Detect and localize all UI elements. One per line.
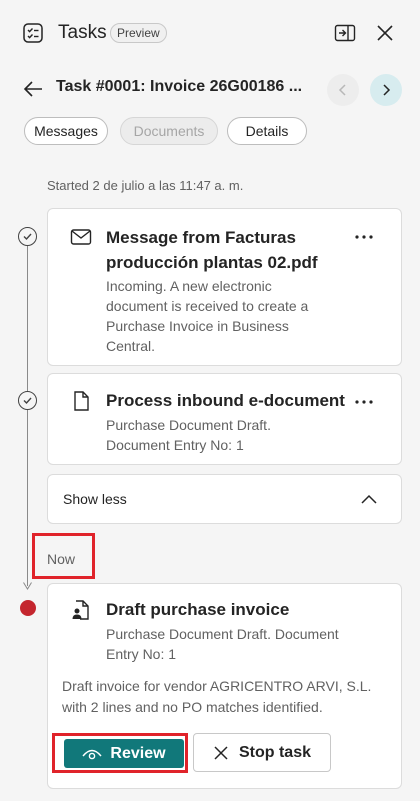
- card-description: Document Entry No: 1: [106, 437, 244, 453]
- more-options-icon[interactable]: [353, 391, 375, 413]
- back-arrow-icon[interactable]: [22, 78, 44, 100]
- draft-summary: Draft invoice for vendor AGRICENTRO ARVI…: [62, 678, 372, 694]
- card-description: Entry No: 1: [106, 646, 177, 662]
- draft-summary: with 2 lines and no PO matches identifie…: [62, 699, 323, 715]
- card-description: Purchase Document Draft. Document: [106, 626, 339, 642]
- review-button[interactable]: Review: [64, 739, 184, 768]
- card-description: Incoming. A new electronic: [106, 278, 272, 294]
- card-title: Process inbound e-document: [106, 391, 345, 410]
- tab-details[interactable]: Details: [227, 117, 307, 145]
- eye-icon: [82, 749, 102, 759]
- card-title: producción plantas 02.pdf: [106, 253, 318, 272]
- timeline-card-process: Process inbound e-document Purchase Docu…: [47, 373, 402, 465]
- step-complete-icon: [18, 227, 37, 246]
- card-description: Purchase Invoice in Business: [106, 318, 289, 334]
- pane-header: Tasks Preview: [0, 0, 420, 66]
- show-less-button[interactable]: Show less: [47, 474, 402, 524]
- step-complete-icon: [18, 391, 37, 410]
- current-step-dot: [20, 600, 36, 616]
- timeline-line: [27, 246, 28, 586]
- stop-task-label: Stop task: [238, 743, 311, 761]
- chevron-right-icon: [383, 84, 391, 96]
- current-step-title: Draft purchase invoice: [106, 600, 290, 619]
- card-description: Central.: [106, 338, 156, 354]
- document-person-icon: [72, 600, 89, 620]
- chevron-left-icon: [338, 84, 346, 96]
- now-label: Now: [47, 551, 76, 567]
- more-options-icon[interactable]: [353, 226, 375, 248]
- timeline-card-message: Message from Facturas producción plantas…: [47, 208, 402, 366]
- next-task-button[interactable]: [370, 74, 402, 106]
- review-button-label: Review: [110, 744, 166, 762]
- task-title: Task #0001: Invoice 26G00186 ...: [56, 78, 303, 95]
- mail-icon: [70, 229, 92, 245]
- show-less-label: Show less: [63, 491, 127, 507]
- stop-task-button[interactable]: Stop task: [193, 733, 331, 772]
- review-highlight: Review: [52, 733, 188, 773]
- pane-title: Tasks: [58, 22, 107, 43]
- document-icon: [74, 391, 89, 411]
- preview-badge: Preview: [110, 23, 167, 43]
- previous-task-button[interactable]: [327, 74, 359, 106]
- tab-documents: Documents: [120, 117, 218, 145]
- tab-messages[interactable]: Messages: [24, 117, 108, 145]
- card-description: document is received to create a: [106, 298, 309, 314]
- chevron-up-icon: [361, 494, 377, 504]
- close-icon: [214, 745, 228, 760]
- close-icon[interactable]: [374, 22, 396, 44]
- timeline-arrow-icon: [23, 582, 32, 590]
- tasks-icon: [23, 23, 43, 43]
- card-title: Message from Facturas: [106, 228, 296, 247]
- started-timestamp: Started 2 de julio a las 11:47 a. m.: [47, 178, 244, 193]
- card-description: Purchase Document Draft.: [106, 417, 271, 433]
- now-highlight: Now: [32, 533, 95, 579]
- task-header: Task #0001: Invoice 26G00186 ...: [0, 70, 420, 108]
- dock-panel-icon[interactable]: [334, 22, 356, 44]
